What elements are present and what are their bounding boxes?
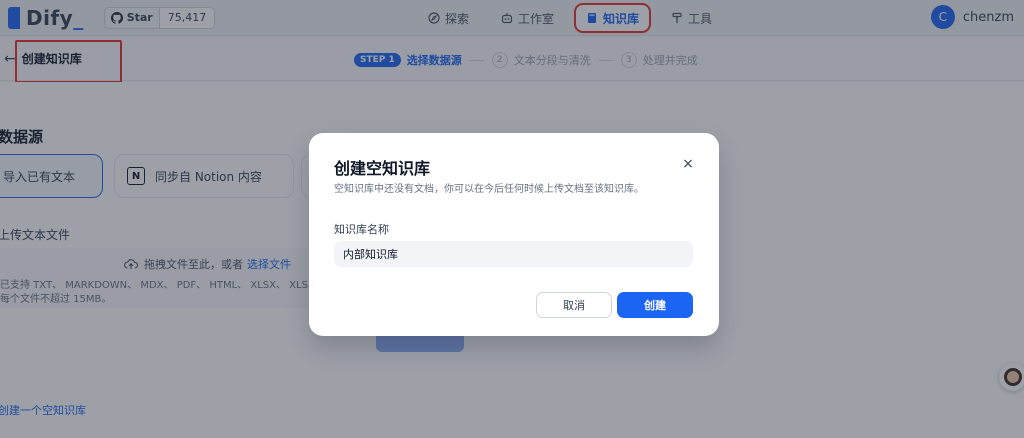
knowledge-name-label: 知识库名称 — [334, 223, 389, 236]
cancel-button[interactable]: 取消 — [536, 292, 612, 318]
knowledge-name-input[interactable] — [334, 241, 693, 267]
create-button[interactable]: 创建 — [617, 292, 693, 318]
close-icon[interactable]: × — [681, 157, 695, 171]
create-empty-knowledge-modal: 创建空知识库 × 空知识库中还没有文档，你可以在今后任何时候上传文档至该知识库。… — [309, 133, 719, 336]
modal-description: 空知识库中还没有文档，你可以在今后任何时候上传文档至该知识库。 — [334, 184, 644, 195]
modal-title: 创建空知识库 — [334, 159, 431, 178]
